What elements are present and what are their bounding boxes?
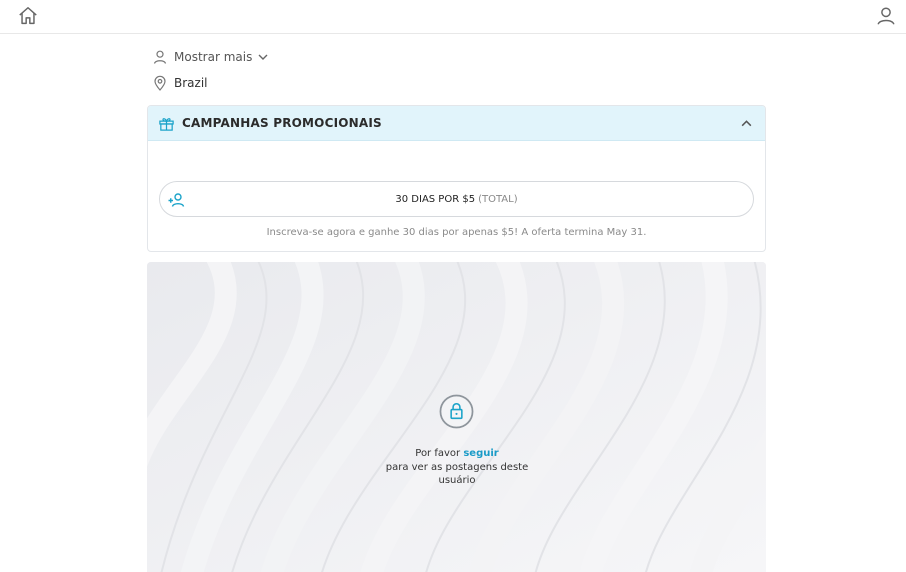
offer-note: Inscreva-se agora e ganhe 30 dias por ap… [266,227,647,238]
follow-link[interactable]: seguir [463,448,498,459]
location-label: Brazil [174,76,208,90]
person-icon [153,50,167,64]
offer-label: 30 DIAS POR $5 [395,193,476,205]
locked-message-prefix: Por favor [415,448,461,459]
locked-posts-area: Por favor seguir para ver as postagens d… [147,262,766,572]
add-user-icon [168,193,185,207]
top-bar [0,0,906,34]
lock-icon [439,394,474,429]
locked-message: Por favor seguir para ver as postagens d… [377,447,537,488]
offer-suffix: (TOTAL) [478,193,518,205]
promo-campaigns-panel: CAMPANHAS PROMOCIONAIS 30 DIAS POR $5 (T… [147,105,766,252]
location-row: Brazil [152,75,208,91]
promo-panel-header[interactable]: CAMPANHAS PROMOCIONAIS [148,106,765,141]
chevron-down-icon [258,54,268,60]
offer-subscribe-button[interactable]: 30 DIAS POR $5 (TOTAL) [159,181,754,217]
gift-icon [159,117,174,131]
promo-panel-title: CAMPANHAS PROMOCIONAIS [182,116,382,130]
location-pin-icon [154,75,166,91]
show-more-label: Mostrar mais [174,50,253,64]
show-more-toggle[interactable]: Mostrar mais [152,49,269,65]
home-icon[interactable] [17,5,39,27]
chevron-up-icon[interactable] [740,117,753,130]
user-icon[interactable] [875,5,897,27]
locked-message-body: para ver as postagens deste usuário [385,461,529,487]
